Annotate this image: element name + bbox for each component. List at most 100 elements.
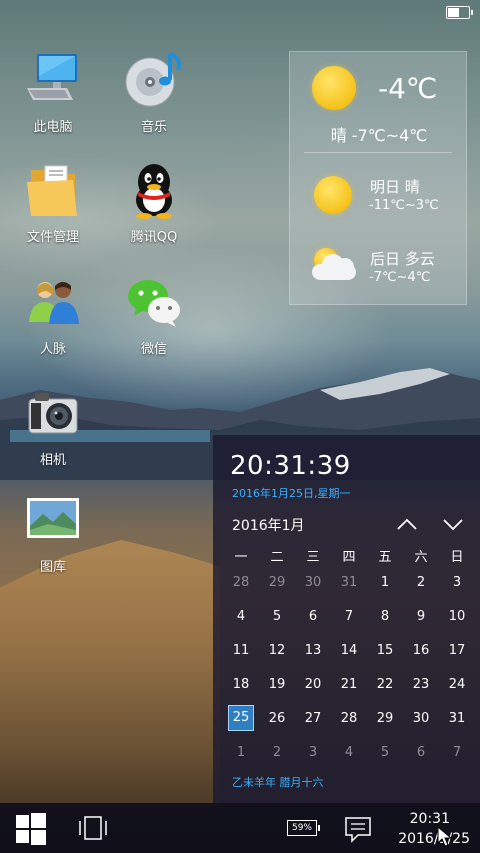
calendar-day[interactable]: 8 <box>367 609 403 624</box>
calendar-day[interactable]: 11 <box>223 643 259 658</box>
calendar-day[interactable]: 20 <box>295 677 331 692</box>
sun-icon <box>314 176 352 214</box>
wechat-icon <box>124 272 184 332</box>
calendar-day[interactable]: 6 <box>403 745 439 760</box>
desktop-icon-wechat[interactable]: 微信 <box>109 272 199 357</box>
sun-icon <box>312 66 356 110</box>
calendar-day[interactable]: 7 <box>331 609 367 624</box>
calendar-day[interactable]: 3 <box>295 745 331 760</box>
desktop-icon-label: 此电脑 <box>33 120 73 135</box>
weather-current-temp: -4℃ <box>378 72 438 105</box>
taskbar-clock-time[interactable]: 20:31 <box>410 811 450 827</box>
calendar-day[interactable]: 16 <box>403 643 439 658</box>
calendar-day[interactable]: 4 <box>223 609 259 624</box>
calendar-day[interactable]: 10 <box>439 609 475 624</box>
message-center-icon[interactable] <box>344 815 372 843</box>
calendar-day[interactable]: 1 <box>223 745 259 760</box>
calendar-day[interactable]: 30 <box>403 711 439 726</box>
mouse-cursor-icon <box>437 826 453 847</box>
weather-tomorrow-label: 明日 晴 <box>370 178 420 196</box>
desktop-icon-label: 相机 <box>39 453 66 468</box>
weather-dayafter-range: -7℃~4℃ <box>369 270 431 285</box>
wallpaper-hill <box>0 540 220 803</box>
calendar-week-row: 25 26 27 28 29 30 31 <box>223 701 475 735</box>
folder-icon <box>23 160 83 220</box>
calendar-day[interactable]: 4 <box>331 745 367 760</box>
calendar-day[interactable]: 2 <box>403 575 439 590</box>
chevron-up-icon[interactable] <box>396 515 418 533</box>
clock-date: 2016年1月25日,星期一 <box>232 487 351 500</box>
calendar-day[interactable]: 15 <box>367 643 403 658</box>
taskbar-clock-date[interactable]: 2016/1/25 <box>398 831 470 847</box>
taskbar: 59% 20:31 2016/1/25 <box>0 803 480 853</box>
calendar-day[interactable]: 1 <box>367 575 403 590</box>
weekday-label: 三 <box>306 549 320 565</box>
desktop-icon-label: 腾讯QQ <box>130 230 178 245</box>
calendar-day[interactable]: 22 <box>367 677 403 692</box>
weather-dayafter-label: 后日 多云 <box>370 250 435 268</box>
calendar-day[interactable]: 21 <box>331 677 367 692</box>
weather-widget[interactable]: -4℃ 晴 -7℃~4℃ 明日 晴 -11℃~3℃ 后日 多云 -7℃~4℃ <box>289 51 467 305</box>
desktop-icon-music[interactable]: 音乐 <box>109 50 199 135</box>
calendar-day[interactable]: 13 <box>295 643 331 658</box>
calendar-day[interactable]: 26 <box>259 711 295 726</box>
calendar-day[interactable]: 31 <box>439 711 475 726</box>
calendar-day-today-label: 25 <box>228 705 254 731</box>
calendar-day[interactable]: 24 <box>439 677 475 692</box>
gallery-icon <box>23 490 83 550</box>
calendar-weekday-row: 一 二 三 四 五 六 日 <box>223 545 475 565</box>
desktop-icon-gallery[interactable]: 图库 <box>8 490 98 575</box>
calendar-day[interactable]: 5 <box>367 745 403 760</box>
calendar-week-row: 28 29 30 31 1 2 3 <box>223 565 475 599</box>
calendar-day[interactable]: 28 <box>223 575 259 590</box>
calendar-day[interactable]: 3 <box>439 575 475 590</box>
weekday-label: 五 <box>378 549 392 565</box>
calendar-panel[interactable]: 20:31:39 2016年1月25日,星期一 2016年1月 一 二 三 四 … <box>213 435 480 803</box>
music-icon <box>124 50 184 110</box>
calendar-week-row: 4 5 6 7 8 9 10 <box>223 599 475 633</box>
battery-indicator[interactable]: 59% <box>287 820 320 836</box>
calendar-day[interactable]: 6 <box>295 609 331 624</box>
calendar-day[interactable]: 19 <box>259 677 295 692</box>
desktop-icon-label: 微信 <box>140 342 167 357</box>
calendar-day[interactable]: 9 <box>403 609 439 624</box>
calendar-day[interactable]: 7 <box>439 745 475 760</box>
calendar-day[interactable]: 23 <box>403 677 439 692</box>
task-view-icon[interactable] <box>78 815 108 841</box>
desktop-icon-label: 文件管理 <box>26 230 79 245</box>
calendar-day[interactable]: 29 <box>367 711 403 726</box>
calendar-day[interactable]: 28 <box>331 711 367 726</box>
calendar-month-label: 2016年1月 <box>232 518 305 534</box>
computer-icon <box>23 50 83 110</box>
clock-time: 20:31:39 <box>230 451 351 481</box>
calendar-day[interactable]: 12 <box>259 643 295 658</box>
calendar-day[interactable]: 29 <box>259 575 295 590</box>
weekday-label: 六 <box>414 549 428 565</box>
contacts-icon <box>23 272 83 332</box>
desktop-icon-file-manager[interactable]: 文件管理 <box>8 160 98 245</box>
calendar-day-today[interactable]: 25 <box>223 705 259 731</box>
weekday-label: 一 <box>234 549 248 565</box>
calendar-day[interactable]: 17 <box>439 643 475 658</box>
start-button[interactable] <box>16 813 46 845</box>
desktop-icon-camera[interactable]: 相机 <box>8 383 98 468</box>
calendar-day[interactable]: 30 <box>295 575 331 590</box>
calendar-day[interactable]: 18 <box>223 677 259 692</box>
desktop-icon-label: 图库 <box>39 560 66 575</box>
calendar-week-row: 1 2 3 4 5 6 7 <box>223 735 475 769</box>
calendar-day[interactable]: 27 <box>295 711 331 726</box>
partly-cloudy-icon <box>310 246 358 286</box>
calendar-day[interactable]: 5 <box>259 609 295 624</box>
chevron-down-icon[interactable] <box>442 515 464 533</box>
calendar-week-row: 11 12 13 14 15 16 17 <box>223 633 475 667</box>
desktop-icon-computer[interactable]: 此电脑 <box>8 50 98 135</box>
desktop-icon-contacts[interactable]: 人脉 <box>8 272 98 357</box>
calendar-day[interactable]: 14 <box>331 643 367 658</box>
calendar-day[interactable]: 31 <box>331 575 367 590</box>
qq-icon <box>124 160 184 220</box>
calendar-day[interactable]: 2 <box>259 745 295 760</box>
desktop-icon-qq[interactable]: 腾讯QQ <box>109 160 199 245</box>
weather-today-summary: 晴 -7℃~4℃ <box>330 126 428 145</box>
desktop-icon-label: 音乐 <box>140 120 167 135</box>
calendar-week-row: 18 19 20 21 22 23 24 <box>223 667 475 701</box>
